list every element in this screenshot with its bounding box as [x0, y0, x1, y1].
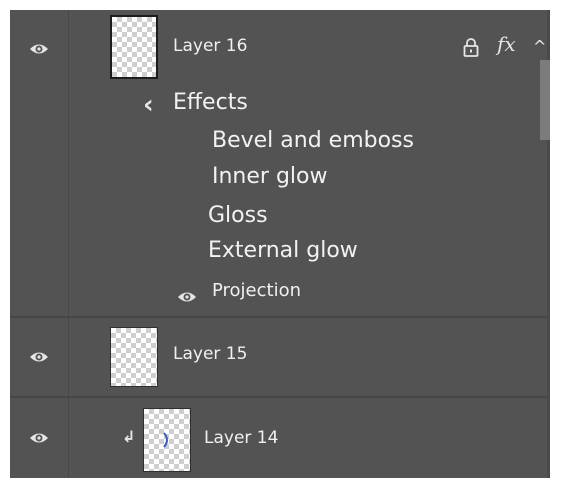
- scrollbar-thumb[interactable]: [540, 60, 550, 140]
- effect-inner-glow[interactable]: Inner glow: [212, 164, 327, 189]
- layer-row-14[interactable]: ↲ Layer 14: [10, 398, 550, 478]
- effects-toggle-icon[interactable]: ‹: [143, 90, 154, 120]
- layer-name[interactable]: Layer 14: [204, 428, 278, 448]
- scroll-gutter: [550, 10, 563, 486]
- layer-content-mark: [163, 432, 168, 448]
- layer-row-15[interactable]: Layer 15: [10, 318, 550, 396]
- fx-icon[interactable]: fx: [497, 32, 516, 56]
- effect-projection[interactable]: Projection: [212, 280, 301, 301]
- layer-name[interactable]: Layer 15: [173, 344, 247, 364]
- collapse-chevron-icon[interactable]: ^: [533, 37, 546, 56]
- eye-icon[interactable]: [29, 431, 49, 445]
- layer-thumbnail[interactable]: [110, 327, 158, 387]
- layer-row-16[interactable]: Layer 16 fx ^ ‹ Effects Bevel and emboss…: [10, 10, 550, 316]
- layers-panel: Layer 16 fx ^ ‹ Effects Bevel and emboss…: [10, 10, 550, 478]
- eye-icon[interactable]: [29, 42, 49, 56]
- effect-gloss[interactable]: Gloss: [208, 203, 268, 228]
- lock-icon[interactable]: [462, 37, 480, 57]
- eye-icon[interactable]: [29, 350, 49, 364]
- layer-thumbnail[interactable]: [143, 408, 191, 472]
- projection-eye-icon[interactable]: [177, 290, 197, 304]
- clipping-arrow-icon: ↲: [122, 427, 136, 446]
- effect-external-glow[interactable]: External glow: [208, 238, 358, 263]
- layer-thumbnail[interactable]: [110, 15, 158, 79]
- effects-heading[interactable]: Effects: [173, 90, 248, 115]
- layer-name[interactable]: Layer 16: [173, 36, 247, 56]
- effect-bevel-emboss[interactable]: Bevel and emboss: [212, 128, 414, 153]
